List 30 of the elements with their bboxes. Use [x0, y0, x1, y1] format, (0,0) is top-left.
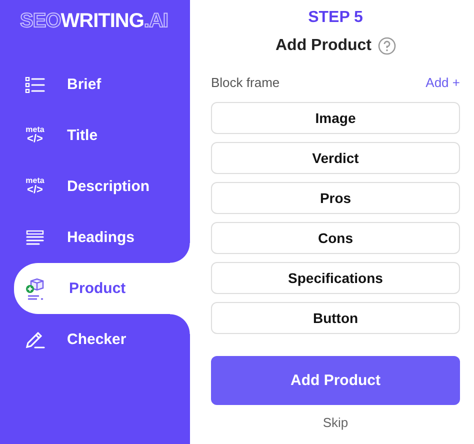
- lines-icon: [25, 230, 45, 246]
- page-title: Add Product: [276, 37, 372, 55]
- block-frame-label: Block frame: [211, 75, 280, 90]
- sidebar-item-label: Description: [67, 178, 150, 195]
- sidebar-item[interactable]: Checker: [0, 314, 190, 365]
- sidebar-item-label: Brief: [67, 76, 102, 93]
- block-item[interactable]: Button: [211, 302, 460, 334]
- sidebar-item-label: Title: [67, 127, 98, 144]
- meta-code-icon: meta </>: [25, 177, 45, 196]
- logo: SEOWRITING.AI: [19, 9, 168, 34]
- help-icon[interactable]: [378, 37, 396, 55]
- sidebar-item[interactable]: Brief: [0, 59, 190, 110]
- sidebar-item[interactable]: Headings: [0, 212, 190, 263]
- sidebar-item-label: Checker: [67, 331, 126, 348]
- add-product-button[interactable]: Add Product: [211, 356, 460, 405]
- pencil-icon: [25, 330, 45, 348]
- sidebar-item[interactable]: meta </> Title: [0, 110, 190, 161]
- sidebar-item[interactable]: meta </> Description: [0, 161, 190, 212]
- list-icon: [25, 76, 45, 92]
- block-item[interactable]: Verdict: [211, 142, 460, 174]
- add-link[interactable]: Add +: [426, 75, 460, 90]
- step-label: STEP 5: [308, 9, 363, 27]
- sidebar-item-label: Product: [69, 280, 126, 297]
- block-item[interactable]: Pros: [211, 182, 460, 214]
- block-item[interactable]: Specifications: [211, 262, 460, 294]
- block-item[interactable]: Cons: [211, 222, 460, 254]
- sidebar-item-label: Headings: [67, 229, 135, 246]
- skip-link[interactable]: Skip: [322, 415, 348, 430]
- block-item[interactable]: Image: [211, 102, 460, 134]
- meta-code-icon: meta </>: [25, 126, 45, 145]
